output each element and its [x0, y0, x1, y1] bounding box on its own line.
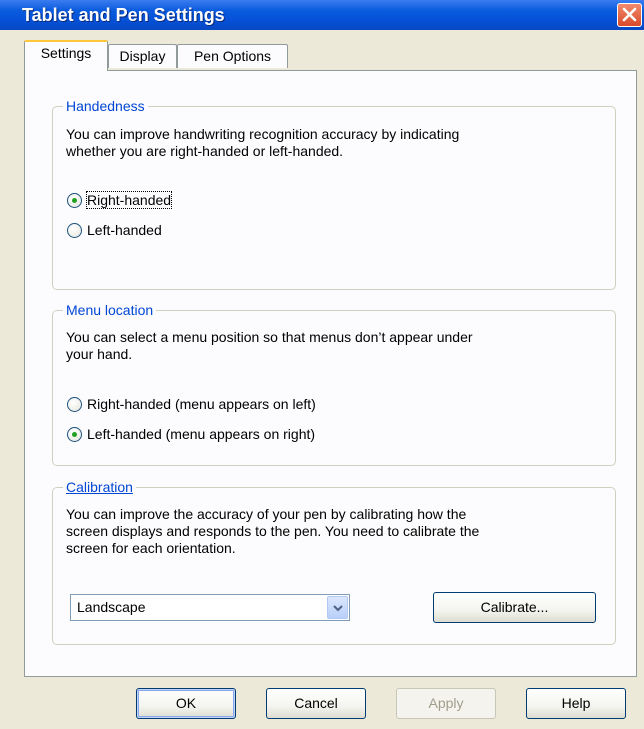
- tab-pen-options-label: Pen Options: [193, 48, 272, 64]
- radio-handedness-left-label: Left-handed: [87, 222, 162, 238]
- calibrate-button-label: Calibrate...: [480, 599, 549, 615]
- menu-location-description-line: You can select a menu position so that m…: [66, 329, 473, 345]
- settings-panel: Handedness You can improve handwriting r…: [24, 70, 637, 677]
- handedness-description-line: You can improve handwriting recognition …: [66, 126, 460, 142]
- radio-button[interactable]: [67, 427, 82, 442]
- ok-button-label: OK: [175, 695, 197, 711]
- radio-button[interactable]: [67, 223, 82, 238]
- orientation-select[interactable]: Landscape: [70, 594, 350, 621]
- window-title: Tablet and Pen Settings: [22, 5, 225, 25]
- radio-selected-dot: [72, 432, 77, 437]
- menu-location-description-line: your hand.: [66, 346, 133, 362]
- apply-button[interactable]: Apply: [396, 688, 496, 719]
- help-button-label: Help: [561, 695, 591, 711]
- tab-display-label: Display: [119, 48, 166, 64]
- handedness-description-line: whether you are right-handed or left-han…: [66, 143, 344, 159]
- orientation-select-value: Landscape: [77, 599, 146, 615]
- calibration-description: You can improve the accuracy of your pen…: [66, 506, 479, 557]
- apply-button-label: Apply: [428, 695, 464, 711]
- tab-settings[interactable]: Settings: [24, 40, 108, 71]
- title-bar: Tablet and Pen Settings: [0, 0, 644, 30]
- calibrate-button[interactable]: Calibrate...: [433, 592, 596, 623]
- radio-handedness-right-label: Right-handed: [85, 191, 173, 209]
- close-button[interactable]: [617, 3, 642, 27]
- handedness-group-label: Handedness: [63, 97, 148, 115]
- cancel-button[interactable]: Cancel: [266, 688, 366, 719]
- menu-location-group-label: Menu location: [63, 301, 157, 319]
- help-button[interactable]: Help: [526, 688, 626, 719]
- cancel-button-label: Cancel: [294, 695, 338, 711]
- radio-selected-dot: [72, 198, 77, 203]
- ok-button[interactable]: OK: [136, 688, 236, 719]
- calibration-description-line: screen displays and responds to the pen.…: [66, 523, 480, 539]
- menu-location-group: Menu location You can select a menu posi…: [52, 301, 616, 466]
- calibration-group-label: Calibration: [63, 478, 136, 496]
- close-icon: [622, 7, 637, 22]
- tab-display[interactable]: Display: [108, 44, 177, 68]
- handedness-description: You can improve handwriting recognition …: [66, 126, 459, 160]
- radio-button[interactable]: [67, 397, 82, 412]
- tab-settings-label: Settings: [40, 45, 92, 61]
- menu-location-description: You can select a menu position so that m…: [66, 329, 473, 363]
- calibration-description-line: screen for each orientation.: [66, 540, 236, 556]
- radio-menu-right-handed-label: Right-handed (menu appears on left): [87, 396, 316, 412]
- radio-menu-left-handed-label: Left-handed (menu appears on right): [87, 426, 316, 442]
- handedness-group: Handedness You can improve handwriting r…: [52, 97, 616, 290]
- radio-button[interactable]: [67, 193, 82, 208]
- tab-pen-options[interactable]: Pen Options: [177, 44, 288, 68]
- orientation-dropdown-button[interactable]: [327, 596, 348, 619]
- calibration-description-line: You can improve the accuracy of your pen…: [66, 506, 467, 522]
- chevron-down-icon: [333, 605, 343, 612]
- calibration-group: Calibration You can improve the accuracy…: [52, 478, 616, 645]
